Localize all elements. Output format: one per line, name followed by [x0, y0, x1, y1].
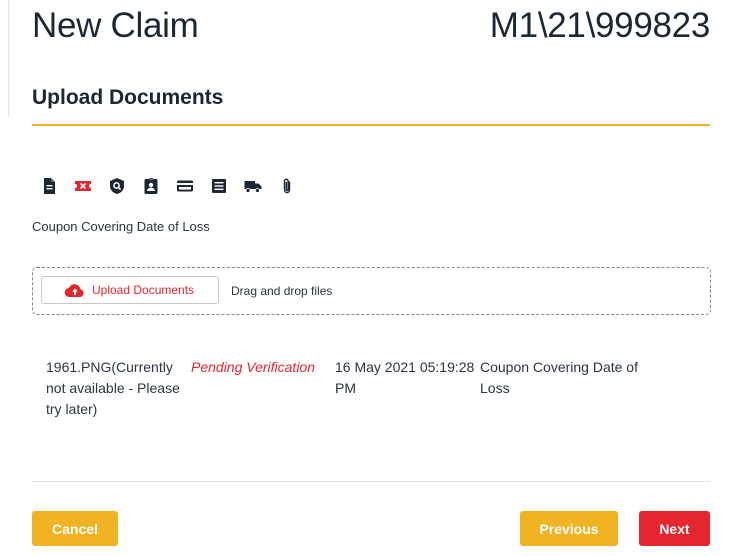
file-status: Pending Verification: [191, 359, 316, 375]
cloud-upload-icon: [64, 284, 84, 298]
page-title: New Claim: [32, 6, 199, 45]
upload-documents-button[interactable]: Upload Documents: [41, 276, 219, 304]
cancel-button[interactable]: Cancel: [32, 511, 118, 546]
next-button[interactable]: Next: [639, 511, 710, 546]
list-icon[interactable]: [210, 176, 244, 196]
drag-and-drop-text: Drag and drop files: [231, 284, 333, 298]
shield-search-icon[interactable]: [108, 176, 142, 196]
section-divider: [32, 124, 710, 126]
ticket-icon[interactable]: [74, 176, 108, 196]
previous-button[interactable]: Previous: [520, 511, 618, 546]
selected-document-type: Coupon Covering Date of Loss: [32, 219, 210, 234]
id-badge-icon[interactable]: [142, 176, 176, 196]
file-document-type: Coupon Covering Date of Loss: [480, 359, 638, 396]
document-type-icons: [40, 176, 312, 196]
truck-icon[interactable]: [244, 176, 278, 196]
file-name: 1961.PNG(Currently not available - Pleas…: [46, 359, 180, 417]
document-icon[interactable]: [40, 176, 74, 196]
footer-divider: [32, 481, 710, 482]
section-title: Upload Documents: [32, 86, 224, 109]
paperclip-icon[interactable]: [278, 176, 312, 196]
credit-card-icon[interactable]: [176, 176, 210, 196]
upload-button-label: Upload Documents: [92, 283, 195, 297]
left-divider: [8, 0, 9, 118]
file-upload-date: 16 May 2021 05:19:28 PM: [335, 359, 475, 396]
file-dropzone[interactable]: Upload Documents Drag and drop files: [32, 267, 711, 315]
claim-number: M1\21\999823: [489, 6, 711, 45]
